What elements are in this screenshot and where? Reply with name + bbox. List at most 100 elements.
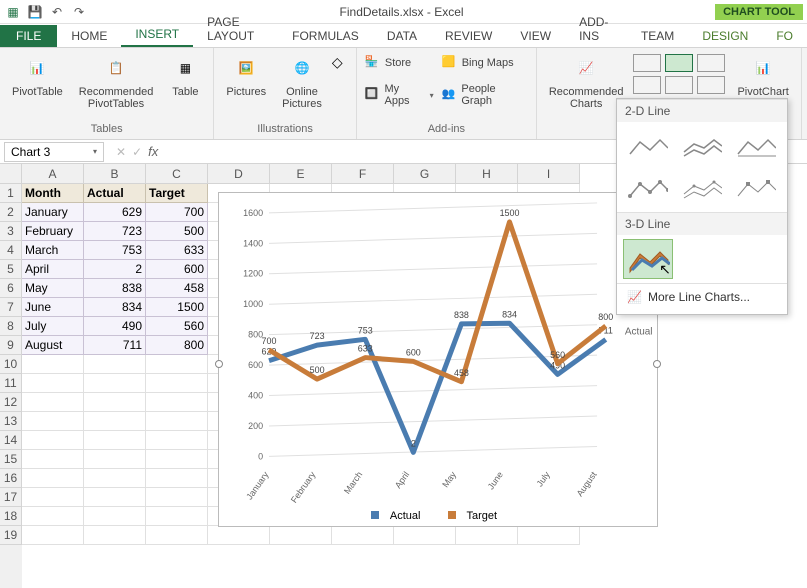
row-header[interactable]: 5 — [0, 260, 22, 279]
cell[interactable] — [22, 526, 84, 545]
store-button[interactable]: 🏪Store — [363, 54, 436, 72]
cell[interactable]: January — [22, 203, 84, 222]
cell[interactable]: 600 — [146, 260, 208, 279]
cell[interactable]: 838 — [84, 279, 146, 298]
cell[interactable]: 711 — [84, 336, 146, 355]
cell[interactable] — [146, 393, 208, 412]
cell[interactable] — [146, 450, 208, 469]
tab-insert[interactable]: INSERT — [121, 23, 193, 47]
undo-icon[interactable]: ↶ — [48, 3, 66, 21]
name-box-dropdown-icon[interactable]: ▾ — [93, 147, 97, 156]
cell[interactable]: March — [22, 241, 84, 260]
bar-chart-button[interactable] — [633, 76, 661, 94]
cell[interactable]: 500 — [146, 222, 208, 241]
cell[interactable]: June — [22, 298, 84, 317]
pivotchart-button[interactable]: 📊 PivotChart — [731, 50, 794, 100]
cell[interactable] — [84, 374, 146, 393]
cell[interactable]: May — [22, 279, 84, 298]
cell[interactable] — [146, 469, 208, 488]
cell[interactable] — [270, 526, 332, 545]
cell[interactable] — [22, 469, 84, 488]
name-box[interactable]: Chart 3 ▾ — [4, 142, 104, 162]
cell[interactable] — [84, 355, 146, 374]
row-header[interactable]: 16 — [0, 469, 22, 488]
redo-icon[interactable]: ↷ — [70, 3, 88, 21]
my-apps-button[interactable]: 🔲My Apps▾ — [363, 82, 436, 108]
row-header[interactable]: 10 — [0, 355, 22, 374]
cell[interactable]: 629 — [84, 203, 146, 222]
people-graph-button[interactable]: 👥People Graph — [440, 82, 530, 108]
column-header[interactable]: H — [456, 164, 518, 184]
row-header[interactable]: 9 — [0, 336, 22, 355]
cell[interactable]: 458 — [146, 279, 208, 298]
line-2d-option-2[interactable] — [677, 126, 727, 166]
cell[interactable] — [22, 355, 84, 374]
row-header[interactable]: 7 — [0, 298, 22, 317]
cell[interactable]: February — [22, 222, 84, 241]
row-header[interactable]: 18 — [0, 507, 22, 526]
cell[interactable] — [22, 374, 84, 393]
row-header[interactable]: 17 — [0, 488, 22, 507]
cell[interactable]: 2 — [84, 260, 146, 279]
cell[interactable] — [332, 526, 394, 545]
pivottable-button[interactable]: 📊 PivotTable — [6, 50, 69, 100]
column-header[interactable]: F — [332, 164, 394, 184]
pictures-button[interactable]: 🖼️ Pictures — [220, 50, 272, 100]
tab-team[interactable]: TEAM — [627, 25, 688, 47]
cell[interactable]: 723 — [84, 222, 146, 241]
cell[interactable]: 560 — [146, 317, 208, 336]
cell[interactable]: 1500 — [146, 298, 208, 317]
row-header[interactable]: 14 — [0, 431, 22, 450]
column-header[interactable]: B — [84, 164, 146, 184]
cell[interactable] — [22, 412, 84, 431]
cell[interactable] — [146, 374, 208, 393]
line-chart-button[interactable] — [665, 54, 693, 72]
row-header[interactable]: 12 — [0, 393, 22, 412]
row-header[interactable]: 8 — [0, 317, 22, 336]
tab-design[interactable]: DESIGN — [688, 25, 762, 47]
cell[interactable]: 700 — [146, 203, 208, 222]
cell[interactable] — [146, 431, 208, 450]
table-button[interactable]: ▦ Table — [163, 50, 207, 100]
row-header[interactable]: 1 — [0, 184, 22, 203]
online-pictures-button[interactable]: 🌐 Online Pictures — [276, 50, 328, 112]
row-header[interactable]: 3 — [0, 222, 22, 241]
line-2d-option-3[interactable] — [731, 126, 781, 166]
tab-review[interactable]: REVIEW — [431, 25, 506, 47]
cell[interactable] — [146, 526, 208, 545]
tab-formulas[interactable]: FORMULAS — [278, 25, 373, 47]
pie-chart-button[interactable] — [697, 54, 725, 72]
tab-data[interactable]: DATA — [373, 25, 431, 47]
row-header[interactable]: 19 — [0, 526, 22, 545]
row-header[interactable]: 2 — [0, 203, 22, 222]
cell[interactable]: July — [22, 317, 84, 336]
fx-icon[interactable]: fx — [148, 144, 158, 159]
cell[interactable]: Actual — [84, 184, 146, 203]
line-2d-option-6[interactable] — [731, 168, 781, 208]
more-line-charts-item[interactable]: 📈 More Line Charts... — [617, 283, 787, 310]
cancel-icon[interactable]: ✕ — [116, 145, 126, 159]
recommended-pivottables-button[interactable]: 📋 Recommended PivotTables — [73, 50, 160, 112]
line-2d-option-4[interactable] — [623, 168, 673, 208]
tab-file[interactable]: FILE — [0, 25, 57, 47]
cell[interactable] — [84, 507, 146, 526]
cell[interactable] — [146, 412, 208, 431]
column-header[interactable]: C — [146, 164, 208, 184]
row-header[interactable]: 4 — [0, 241, 22, 260]
cell[interactable] — [84, 431, 146, 450]
column-chart-button[interactable] — [633, 54, 661, 72]
cell[interactable] — [518, 526, 580, 545]
cell[interactable]: Target — [146, 184, 208, 203]
cell[interactable]: 800 — [146, 336, 208, 355]
cell[interactable] — [22, 450, 84, 469]
cell[interactable] — [84, 393, 146, 412]
tab-page-layout[interactable]: PAGE LAYOUT — [193, 11, 278, 47]
cell[interactable] — [22, 393, 84, 412]
cell[interactable] — [208, 526, 270, 545]
cell[interactable] — [394, 526, 456, 545]
tab-view[interactable]: VIEW — [506, 25, 565, 47]
line-3d-option-1[interactable]: ↖ — [623, 239, 673, 279]
cell[interactable] — [22, 488, 84, 507]
cell[interactable]: 753 — [84, 241, 146, 260]
cell[interactable] — [146, 355, 208, 374]
